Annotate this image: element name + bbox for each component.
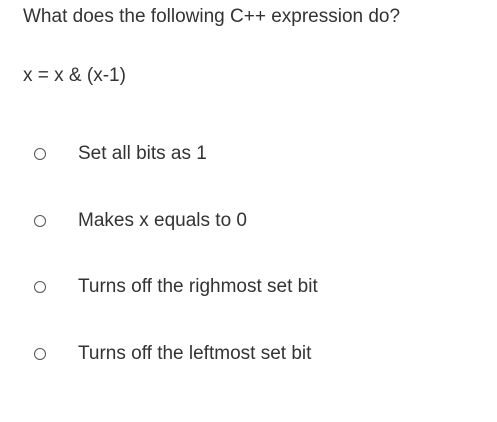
- radio-button[interactable]: [34, 281, 46, 293]
- radio-button[interactable]: [34, 348, 46, 360]
- answer-option-leftmost-bit[interactable]: Turns off the leftmost set bit: [34, 342, 311, 366]
- option-label: Turns off the righmost set bit: [78, 276, 318, 297]
- answer-option-set-all-bits[interactable]: Set all bits as 1: [34, 142, 207, 166]
- option-label: Set all bits as 1: [78, 143, 207, 164]
- code-expression: x = x & (x-1): [23, 65, 126, 86]
- radio-button[interactable]: [34, 148, 46, 160]
- option-label: Turns off the leftmost set bit: [78, 343, 312, 364]
- option-label: Makes x equals to 0: [78, 210, 247, 231]
- answer-option-makes-zero[interactable]: Makes x equals to 0: [34, 209, 247, 233]
- radio-button[interactable]: [34, 215, 46, 227]
- answer-option-rightmost-bit[interactable]: Turns off the righmost set bit: [34, 275, 318, 299]
- question-text: What does the following C++ expression d…: [23, 6, 401, 27]
